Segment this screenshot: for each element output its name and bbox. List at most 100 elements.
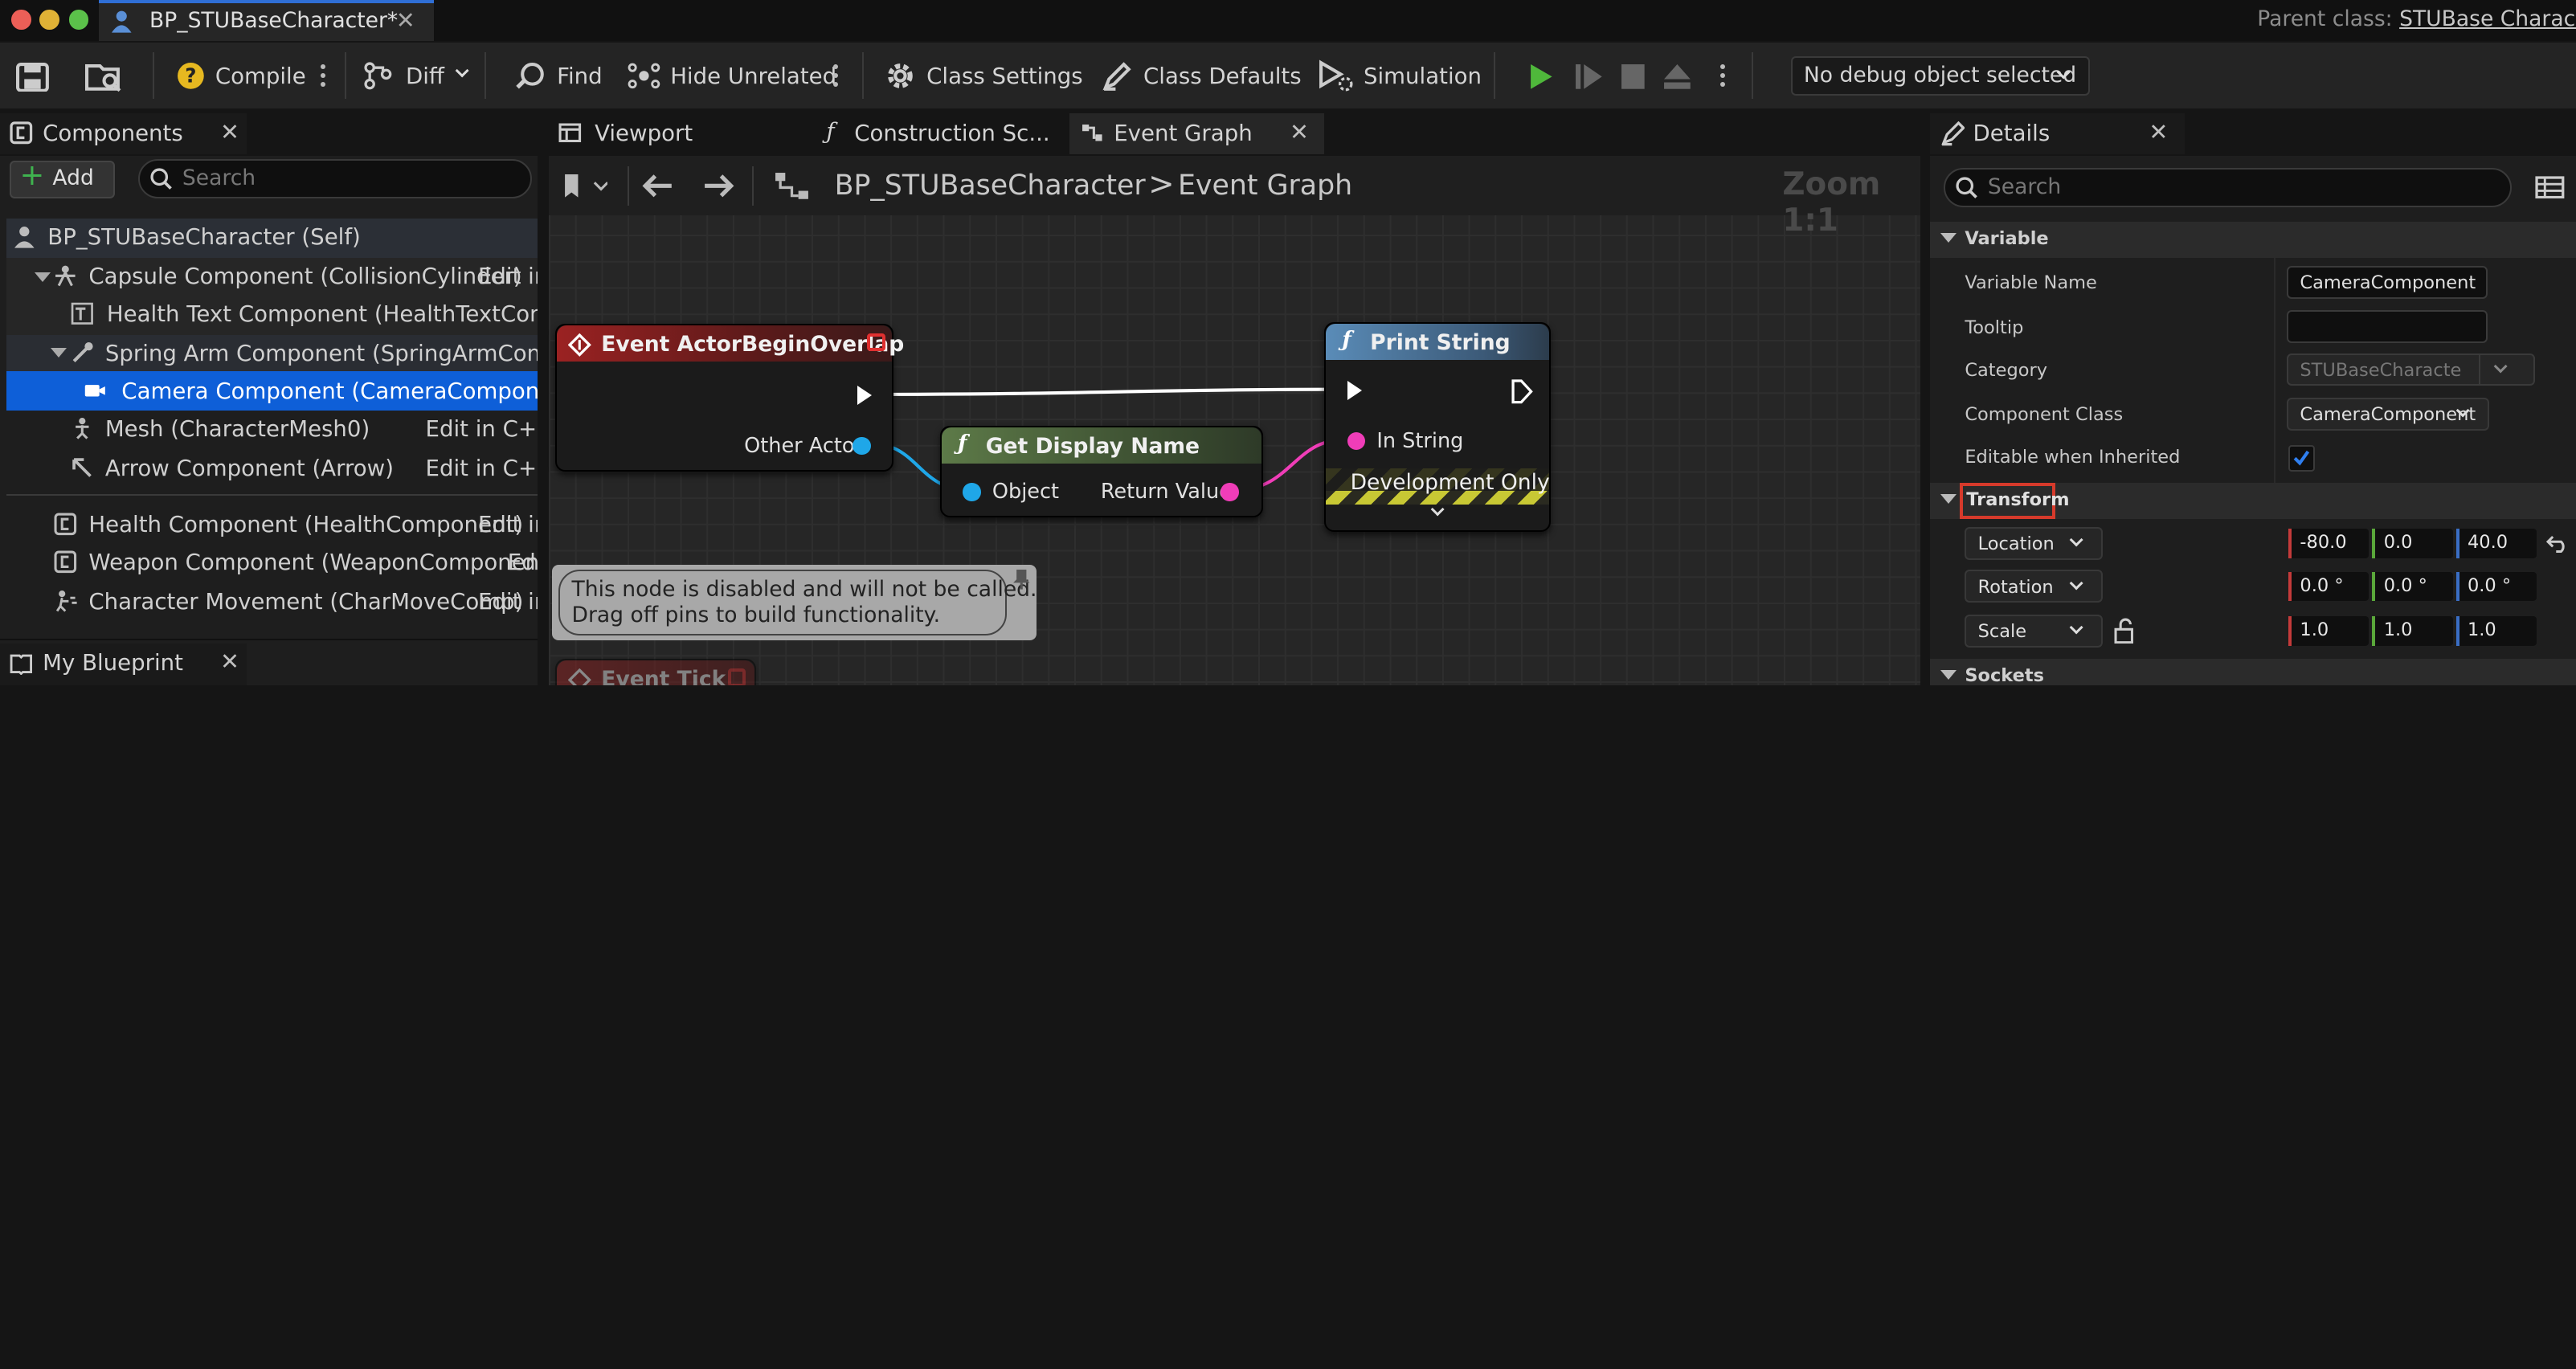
location-z-input[interactable]: 40.0 [2455,529,2537,559]
forward-arrow-icon[interactable] [701,173,734,199]
node-get-display-name[interactable]: ƒ Get Display Name Object Return Value [939,425,1264,518]
tab-construction-script[interactable]: ƒ Construction Sc... [812,113,1068,155]
pin-icon[interactable] [1012,568,1032,591]
object-pin[interactable] [963,483,981,501]
class-settings-button[interactable]: Class Settings [884,43,1083,108]
node-event-tick[interactable]: Event Tick [555,658,756,685]
editable-when-inherited-checkbox[interactable] [2288,445,2315,472]
reset-to-default-icon[interactable] [2546,533,2570,554]
back-arrow-icon[interactable] [642,173,675,199]
component-row-spring-arm[interactable]: Spring Arm Component (SpringArmCompone [0,335,538,371]
object-pin[interactable] [853,436,871,456]
scale-x-input[interactable]: 1.0 [2288,615,2370,646]
component-row-health[interactable]: Health Component (HealthComponent) Edit … [0,506,538,542]
close-window-button[interactable] [11,10,31,30]
browse-icon[interactable] [85,63,125,92]
location-x-value: -80.0 [2300,532,2347,554]
maximize-window-button[interactable] [68,10,89,30]
expand-node-icon[interactable] [1430,502,1445,517]
location-mode-select[interactable]: Location [1965,527,2104,561]
exec-out-pin[interactable] [1510,379,1533,404]
eject-icon[interactable] [1662,63,1692,91]
lock-icon[interactable] [2114,618,2137,644]
edit-in-cpp-link[interactable]: Edit in C++ [426,415,538,442]
tab-components[interactable]: Components ✕ [0,113,247,155]
delegate-pin-icon[interactable] [727,668,746,685]
string-pin[interactable] [1221,483,1239,501]
edit-in-cpp-link[interactable]: Edi [508,549,538,575]
rotation-x-input[interactable]: 0.0 ° [2288,571,2370,602]
save-icon[interactable] [16,62,50,92]
tab-my-blueprint[interactable]: My Blueprint ✕ [0,644,247,685]
tab-viewport[interactable]: Viewport [548,113,812,155]
close-icon[interactable]: ✕ [2149,118,2168,145]
hide-options-icon[interactable] [832,63,838,88]
class-defaults-button[interactable]: Class Defaults [1101,43,1302,108]
component-row-health-text[interactable]: Health Text Component (HealthTextCompone [0,296,538,332]
tab-details[interactable]: Details ✕ [1930,113,2186,155]
scale-y-input[interactable]: 1.0 [2372,615,2453,646]
collapse-arrow-icon[interactable] [34,272,51,283]
component-row-self[interactable]: BP_STUBaseCharacter (Self) [0,219,538,255]
node-event-actor-begin-overlap[interactable]: Event ActorBeginOverlap Other Actor [555,323,904,472]
component-row-camera[interactable]: Camera Component (CameraComponent) [0,373,538,409]
diff-button[interactable]: Diff [363,43,470,108]
minimize-window-button[interactable] [39,10,59,30]
exec-in-pin[interactable] [1347,381,1362,401]
collapse-arrow-icon[interactable] [51,348,67,358]
component-class-select[interactable]: CameraComponent [2287,397,2489,431]
scale-z-input[interactable]: 1.0 [2455,615,2537,646]
edit-in-cpp-link[interactable]: Edit in [478,263,538,289]
node-print-string[interactable]: ƒ Print String In String Development Onl… [1323,321,1552,533]
delegate-pin-icon[interactable] [867,333,885,352]
edit-in-cpp-link[interactable]: Edit in [478,588,538,615]
location-y-input[interactable]: 0.0 [2372,529,2453,559]
step-icon[interactable] [1574,63,1604,91]
close-icon[interactable]: ✕ [220,118,239,145]
close-icon[interactable]: ✕ [396,6,415,34]
component-row-weapon[interactable]: Weapon Component (WeaponComponent) Edi [0,544,538,580]
component-row-capsule[interactable]: Capsule Component (CollisionCylinder) Ed… [0,258,538,294]
details-search-input[interactable]: Search [1943,167,2513,207]
bookmark-icon[interactable] [562,173,608,199]
hide-unrelated-icon [628,63,660,88]
rotation-z-input[interactable]: 0.0 ° [2455,571,2537,602]
edit-in-cpp-link[interactable]: Edit in [478,511,538,537]
breadcrumb-blueprint[interactable]: BP_STUBaseCharacter [835,170,1146,202]
find-label: Find [557,62,603,89]
compile-options-icon[interactable] [320,63,325,88]
tab-event-graph[interactable]: Event Graph ✕ [1069,113,1324,155]
components-search-input[interactable]: Search [137,159,533,199]
edit-in-cpp-link[interactable]: Edit in C++ [426,455,538,481]
variable-name-input[interactable]: CameraComponent [2287,266,2488,300]
tooltip-input[interactable] [2287,310,2488,344]
scale-mode-select[interactable]: Scale [1965,614,2104,648]
component-row-movement[interactable]: Character Movement (CharMoveComp) Edit i… [0,583,538,619]
find-button[interactable]: Find [514,43,603,108]
rotation-mode-select[interactable]: Rotation [1965,570,2104,603]
stop-icon[interactable] [1620,63,1646,91]
component-label: Capsule Component (CollisionCylinder) [88,263,522,290]
section-sockets[interactable]: Sockets [1930,658,2576,685]
location-x-input[interactable]: -80.0 [2288,529,2370,559]
component-row-arrow[interactable]: Arrow Component (Arrow) Edit in C++ [0,450,538,486]
compile-button[interactable]: ? Compile [176,43,306,108]
close-icon[interactable]: ✕ [220,648,239,675]
play-icon[interactable] [1527,63,1554,91]
parent-class-link[interactable]: STUBase Characte [2399,6,2576,31]
exec-out-pin[interactable] [857,386,872,406]
string-pin[interactable] [1347,431,1365,451]
simulation-icon [1319,59,1353,92]
debug-object-select[interactable]: No debug object selected [1790,55,2090,96]
component-row-mesh[interactable]: Mesh (CharacterMesh0) Edit in C++ [0,411,538,447]
breadcrumb-graph[interactable]: Event Graph [1178,170,1352,202]
section-variable[interactable]: Variable [1930,222,2576,258]
component-label: Weapon Component (WeaponComponent) [88,548,538,575]
simulation-button[interactable]: Simulation [1318,43,1482,108]
asset-tab[interactable]: BP_STUBaseCharacter* ✕ [98,0,434,42]
close-icon[interactable]: ✕ [1290,118,1309,145]
hide-unrelated-button[interactable]: Hide Unrelated [628,43,836,108]
table-view-icon[interactable] [2535,176,2565,199]
rotation-y-input[interactable]: 0.0 ° [2372,571,2453,602]
play-options-icon[interactable] [1719,63,1725,88]
